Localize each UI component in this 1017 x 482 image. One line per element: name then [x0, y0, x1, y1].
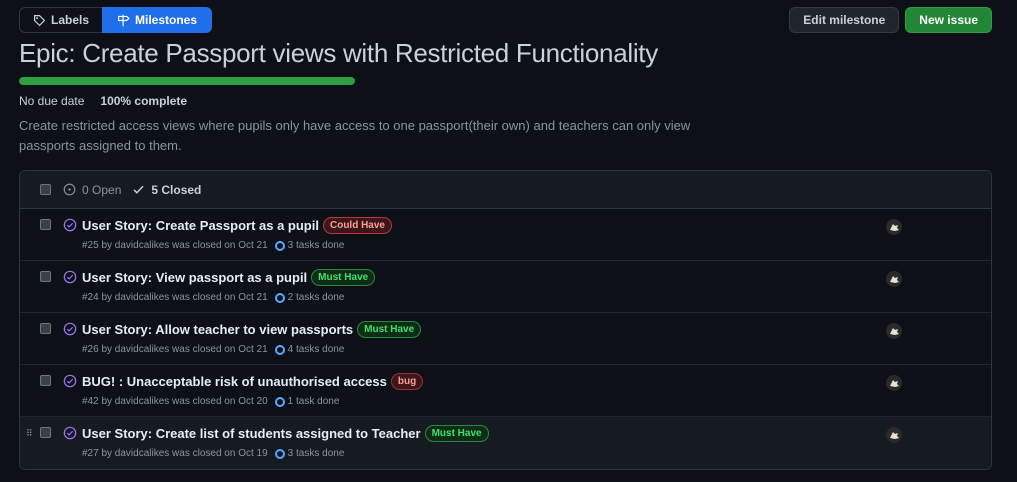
- milestone-icon: [118, 14, 130, 26]
- issue-title-link[interactable]: User Story: Allow teacher to view passpo…: [82, 322, 353, 337]
- issue-meta: #24 by davidcalikes was closed on Oct 21: [82, 292, 268, 303]
- closed-count: 5 Closed: [151, 182, 202, 197]
- issue-closed-icon: [63, 218, 77, 232]
- task-progress-text: 2 tasks done: [287, 292, 345, 303]
- select-all-checkbox[interactable]: [40, 184, 51, 195]
- issue-closed-icon: [63, 270, 77, 284]
- assignee-avatar[interactable]: [886, 219, 902, 235]
- issues-list-header: 0 Open 5 Closed: [20, 171, 991, 209]
- open-count: 0 Open: [82, 182, 122, 197]
- task-progress-text: 4 tasks done: [287, 344, 345, 355]
- issue-row[interactable]: User Story: Create Passport as a pupil Co…: [20, 209, 991, 261]
- assignee-avatar[interactable]: [886, 427, 902, 443]
- issues-list: 0 Open 5 Closed User Story: Create Passp…: [19, 170, 992, 470]
- issue-label[interactable]: Must Have: [311, 269, 376, 286]
- issue-label[interactable]: Could Have: [322, 217, 392, 234]
- edit-milestone-button[interactable]: Edit milestone: [789, 7, 900, 33]
- task-progress-icon: [274, 292, 285, 303]
- issue-meta-line: #26 by davidcalikes was closed on Oct 21…: [82, 344, 344, 355]
- issue-row[interactable]: BUG! : Unacceptable risk of unauthorised…: [20, 365, 991, 417]
- labels-tab-label: Labels: [51, 13, 90, 27]
- task-progress-icon: [274, 344, 285, 355]
- issue-label[interactable]: Must Have: [357, 321, 422, 338]
- issue-closed-icon: [63, 374, 77, 388]
- issue-title-link[interactable]: User Story: Create Passport as a pupil: [82, 218, 319, 233]
- issue-closed-icon: [63, 322, 77, 336]
- new-issue-button[interactable]: New issue: [905, 7, 992, 33]
- completion-text: 100% complete: [100, 94, 188, 108]
- task-progress[interactable]: 3 tasks done: [274, 240, 345, 251]
- issue-meta-line: #25 by davidcalikes was closed on Oct 21…: [82, 240, 344, 251]
- issue-meta: #27 by davidcalikes was closed on Oct 19: [82, 448, 268, 459]
- issue-checkbox[interactable]: [40, 219, 51, 230]
- issue-meta-line: #27 by davidcalikes was closed on Oct 19…: [82, 448, 344, 459]
- task-progress-text: 3 tasks done: [287, 448, 345, 459]
- issue-row[interactable]: User Story: Allow teacher to view passpo…: [20, 313, 991, 365]
- task-progress[interactable]: 3 tasks done: [274, 448, 345, 459]
- task-progress[interactable]: 2 tasks done: [274, 292, 345, 303]
- open-filter[interactable]: 0 Open: [63, 183, 121, 197]
- issue-title-line: BUG! : Unacceptable risk of unauthorised…: [82, 373, 424, 390]
- issue-title-link[interactable]: User Story: View passport as a pupil: [82, 270, 307, 285]
- issue-row[interactable]: ⠿ User Story: Create list of students ass…: [20, 417, 991, 469]
- issue-row[interactable]: User Story: View passport as a pupil Must…: [20, 261, 991, 313]
- labels-milestones-switch: Labels Milestones: [19, 7, 213, 33]
- task-progress-icon: [274, 448, 285, 459]
- issue-checkbox[interactable]: [40, 375, 51, 386]
- issue-label[interactable]: Must Have: [424, 425, 489, 442]
- check-icon: [133, 185, 144, 194]
- assignee-avatar[interactable]: [886, 375, 902, 391]
- issue-label[interactable]: bug: [390, 373, 424, 390]
- issue-meta: #26 by davidcalikes was closed on Oct 21: [82, 344, 268, 355]
- milestones-tab[interactable]: Milestones: [102, 7, 213, 33]
- issue-checkbox[interactable]: [40, 323, 51, 334]
- drag-handle-icon[interactable]: ⠿: [26, 428, 33, 439]
- closed-filter[interactable]: 5 Closed: [132, 183, 201, 197]
- task-progress-icon: [274, 396, 285, 407]
- task-progress[interactable]: 1 task done: [274, 396, 340, 407]
- issue-open-icon: [63, 183, 76, 196]
- task-progress-text: 3 tasks done: [287, 240, 345, 251]
- labels-tab[interactable]: Labels: [19, 7, 103, 33]
- milestones-tab-label: Milestones: [135, 13, 198, 27]
- assignee-avatar[interactable]: [886, 271, 902, 287]
- task-progress-text: 1 task done: [287, 396, 340, 407]
- milestone-progress-fill: [19, 77, 355, 85]
- assignee-avatar[interactable]: [886, 323, 902, 339]
- issue-title-line: User Story: View passport as a pupil Must…: [82, 269, 376, 286]
- issue-title-line: User Story: Create Passport as a pupil Co…: [82, 217, 392, 234]
- issue-title-line: User Story: Allow teacher to view passpo…: [82, 321, 422, 338]
- milestone-description: Create restricted access views where pup…: [19, 118, 691, 153]
- issue-meta: #42 by davidcalikes was closed on Oct 20: [82, 396, 268, 407]
- issue-title-link[interactable]: User Story: Create list of students assi…: [82, 426, 421, 441]
- task-progress[interactable]: 4 tasks done: [274, 344, 345, 355]
- issue-meta-line: #42 by davidcalikes was closed on Oct 20…: [82, 396, 339, 407]
- issue-meta: #25 by davidcalikes was closed on Oct 21: [82, 240, 268, 251]
- top-toolbar: Labels Milestones Edit milestone New iss…: [19, 7, 992, 33]
- milestone-progress-bar: [19, 77, 355, 85]
- issue-title-line: User Story: Create list of students assi…: [82, 425, 489, 442]
- task-progress-icon: [274, 240, 285, 251]
- issue-title-link[interactable]: BUG! : Unacceptable risk of unauthorised…: [82, 374, 387, 389]
- tag-icon: [34, 14, 46, 26]
- issue-checkbox[interactable]: [40, 427, 51, 438]
- issue-checkbox[interactable]: [40, 271, 51, 282]
- milestone-meta: No due date 100% complete: [19, 94, 187, 108]
- issue-closed-icon: [63, 426, 77, 440]
- issue-meta-line: #24 by davidcalikes was closed on Oct 21…: [82, 292, 344, 303]
- due-date: No due date: [19, 94, 85, 108]
- milestone-title: Epic: Create Passport views with Restric…: [19, 38, 658, 68]
